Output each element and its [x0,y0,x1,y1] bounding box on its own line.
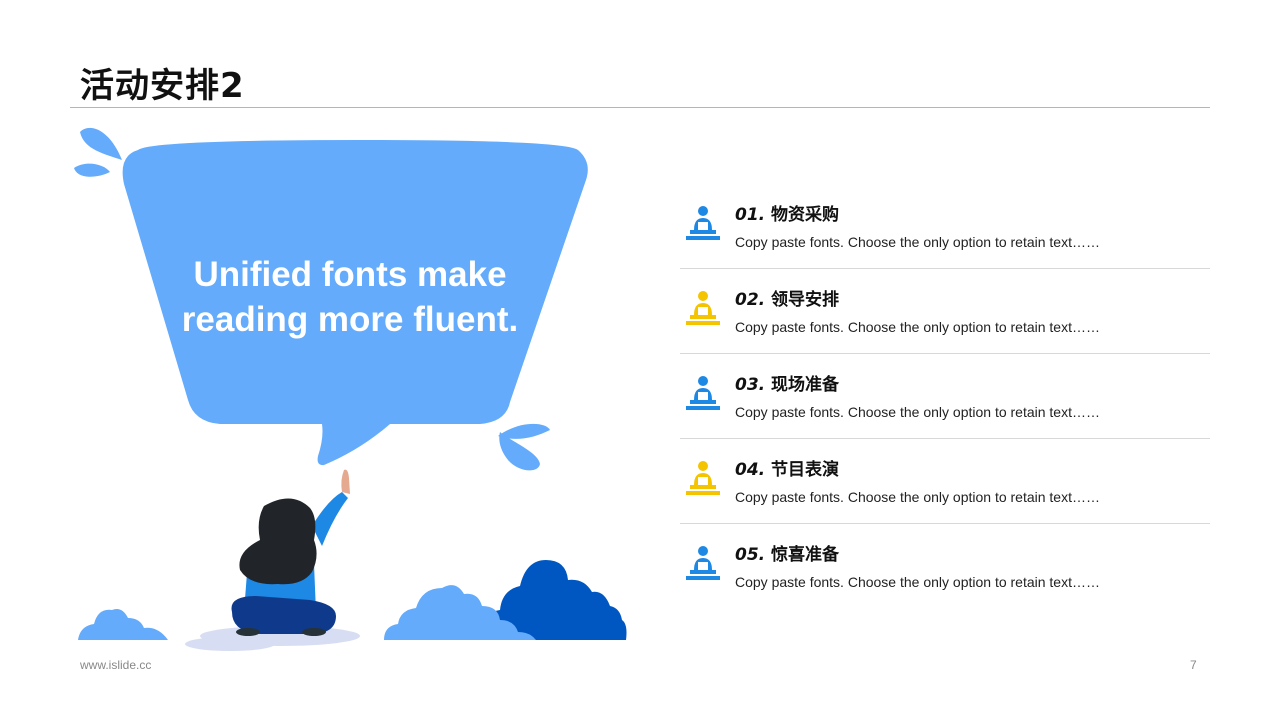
agenda-item-number: 02. [735,290,766,310]
agenda-item-heading: 03. 现场准备 [735,370,839,395]
speech-bubble-illustration [74,127,627,651]
speaker-podium-icon [686,461,720,495]
agenda-item: 04. 节目表演 Copy paste fonts. Choose the on… [680,439,1210,524]
agenda-item-desc: Copy paste fonts. Choose the only option… [735,234,1100,250]
agenda-item-desc: Copy paste fonts. Choose the only option… [735,489,1100,505]
agenda-item-label: 节目表演 [771,460,840,480]
bush-small [78,609,168,640]
agenda-item-desc: Copy paste fonts. Choose the only option… [735,319,1100,335]
agenda-item-number: 04. [735,460,766,480]
agenda-item-heading: 04. 节目表演 [735,455,839,480]
speaker-podium-icon [686,291,720,325]
title-divider [70,107,1210,108]
splash-drop-top [80,127,122,160]
agenda-item-label: 惊喜准备 [771,545,840,565]
bubble-text: Unified fonts make reading more fluent. [181,255,519,339]
agenda-item-number: 03. [735,375,766,395]
agenda-list: 01. 物资采购 Copy paste fonts. Choose the on… [680,184,1210,608]
agenda-item-desc: Copy paste fonts. Choose the only option… [735,574,1100,590]
speaker-podium-icon [686,546,720,580]
agenda-item-desc: Copy paste fonts. Choose the only option… [735,404,1100,420]
agenda-item: 05. 惊喜准备 Copy paste fonts. Choose the on… [680,524,1210,608]
agenda-item: 03. 现场准备 Copy paste fonts. Choose the on… [680,354,1210,439]
agenda-item-heading: 02. 领导安排 [735,285,839,310]
footer-url: www.islide.cc [80,658,152,672]
slide-title: 活动安排2 [80,66,245,106]
agenda-item-number: 01. [735,205,766,225]
agenda-item: 01. 物资采购 Copy paste fonts. Choose the on… [680,184,1210,269]
woman-figure [231,469,350,636]
agenda-item-label: 现场准备 [771,375,840,395]
splash-drop-left [74,163,110,177]
agenda-item-number: 05. [735,545,766,565]
agenda-item-heading: 05. 惊喜准备 [735,540,839,565]
speaker-podium-icon [686,206,720,240]
agenda-item: 02. 领导安排 Copy paste fonts. Choose the on… [680,269,1210,354]
speaker-podium-icon [686,376,720,410]
page-number: 7 [1190,658,1197,672]
agenda-item-label: 物资采购 [771,205,840,225]
agenda-item-heading: 01. 物资采购 [735,200,839,225]
agenda-item-label: 领导安排 [771,290,840,310]
